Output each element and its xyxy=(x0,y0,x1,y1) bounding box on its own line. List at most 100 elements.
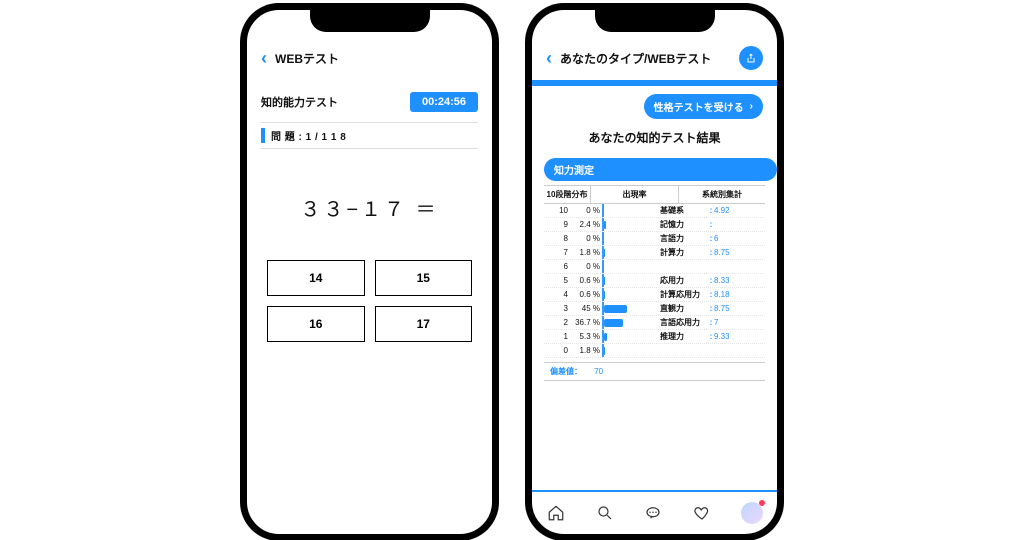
category-value: 6 xyxy=(714,234,718,243)
table-row: 92.4 % 記憶力: xyxy=(544,218,765,232)
search-icon[interactable] xyxy=(595,503,615,523)
timer-badge: 00:24:56 xyxy=(410,92,478,112)
category-value: 9.33 xyxy=(714,332,730,341)
problem-text: ３３−１７ ＝ xyxy=(247,193,492,222)
personality-test-button[interactable]: 性格テストを受ける › xyxy=(644,94,763,119)
bar xyxy=(604,347,654,355)
home-icon[interactable] xyxy=(546,503,566,523)
percent: 0.6 % xyxy=(572,276,602,285)
tab-bar xyxy=(532,490,777,534)
table-row: 40.6 %計算応用力:8.18 xyxy=(544,288,765,302)
answer-grid: 14 15 16 17 xyxy=(247,260,492,342)
bar xyxy=(604,221,654,229)
table-row: 345 %直観力:8.75 xyxy=(544,302,765,316)
result-title: あなたの知的テスト結果 xyxy=(532,129,777,146)
percent: 1.8 % xyxy=(572,248,602,257)
category-value: 4.92 xyxy=(714,206,730,215)
chat-icon[interactable] xyxy=(643,503,663,523)
percent: 2.4 % xyxy=(572,220,602,229)
table-row: 100 %基礎系:4.92 xyxy=(544,204,765,218)
bar xyxy=(604,207,654,215)
accent-stripe xyxy=(261,128,265,143)
answer-option[interactable]: 17 xyxy=(375,306,473,342)
answer-option[interactable]: 15 xyxy=(375,260,473,296)
notch xyxy=(595,8,715,32)
notch xyxy=(310,8,430,32)
answer-option[interactable]: 14 xyxy=(267,260,365,296)
table-row: 236.7 %言語応用力:7 xyxy=(544,316,765,330)
question-counter: 問 題 : 1 / 1 1 8 xyxy=(271,128,346,143)
hensachi-row: 偏差値： 70 xyxy=(544,362,765,381)
phone-test: ‹ WEBテスト 知的能力テスト 00:24:56 問 題 : 1 / 1 1 … xyxy=(241,4,498,540)
table-row: 01.8 % xyxy=(544,344,765,358)
category-label: 計算応用力 xyxy=(654,289,708,300)
category-value: 8.75 xyxy=(714,304,730,313)
bar xyxy=(604,249,654,257)
bar xyxy=(604,235,654,243)
level: 10 xyxy=(544,206,572,215)
page-title: WEBテスト xyxy=(275,50,339,67)
level: 9 xyxy=(544,220,572,229)
level: 3 xyxy=(544,304,572,313)
category-label: 応用力 xyxy=(654,275,708,286)
col-distribution: 10段階分布 xyxy=(544,186,590,203)
bar xyxy=(604,305,654,313)
level: 8 xyxy=(544,234,572,243)
section-chip: 知力測定 xyxy=(544,158,777,181)
category-value: 8.75 xyxy=(714,248,730,257)
back-icon[interactable]: ‹ xyxy=(546,49,552,67)
level: 7 xyxy=(544,248,572,257)
percent: 1.8 % xyxy=(572,346,602,355)
percent: 0 % xyxy=(572,206,602,215)
percent: 0 % xyxy=(572,262,602,271)
table-row: 50.6 %応用力:8.33 xyxy=(544,274,765,288)
level: 4 xyxy=(544,290,572,299)
col-summary: 系統別集計 xyxy=(679,186,765,203)
category-label: 言語応用力 xyxy=(654,317,708,328)
category-value: 7 xyxy=(714,318,718,327)
hensachi-label: 偏差値： xyxy=(550,367,582,376)
share-button[interactable] xyxy=(739,46,763,70)
table-row: 71.8 %計算力:8.75 xyxy=(544,246,765,260)
percent: 0.6 % xyxy=(572,290,602,299)
table-row: 15.3 %推理力:9.33 xyxy=(544,330,765,344)
category-label: 言語力 xyxy=(654,233,708,244)
level: 6 xyxy=(544,262,572,271)
category-value: 8.33 xyxy=(714,276,730,285)
level: 5 xyxy=(544,276,572,285)
percent: 36.7 % xyxy=(572,318,602,327)
bar xyxy=(604,263,654,271)
level: 0 xyxy=(544,346,572,355)
bar xyxy=(604,333,654,341)
table-row: 60 % xyxy=(544,260,765,274)
level: 1 xyxy=(544,332,572,341)
percent: 5.3 % xyxy=(572,332,602,341)
bar xyxy=(604,277,654,285)
table-header: 10段階分布 出現率 系統別集計 xyxy=(544,185,765,204)
answer-option[interactable]: 16 xyxy=(267,306,365,342)
chevron-right-icon: › xyxy=(750,101,753,112)
bar xyxy=(604,319,654,327)
category-label: 記憶力 xyxy=(654,219,708,230)
col-rate: 出現率 xyxy=(590,186,679,203)
percent: 45 % xyxy=(572,304,602,313)
percent: 0 % xyxy=(572,234,602,243)
category-label: 直観力 xyxy=(654,303,708,314)
category-label: 推理力 xyxy=(654,331,708,342)
test-subtitle: 知的能力テスト xyxy=(261,94,338,110)
page-title: あなたのタイプ/WEBテスト xyxy=(560,50,711,67)
data-rows: 100 %基礎系:4.9292.4 %記憶力:80 %言語力:671.8 %計算… xyxy=(532,204,777,358)
heart-icon[interactable] xyxy=(692,503,712,523)
category-value: 8.18 xyxy=(714,290,730,299)
profile-avatar[interactable] xyxy=(741,502,763,524)
phone-results: ‹ あなたのタイプ/WEBテスト 性格テストを受ける › あなたの知的テスト結果… xyxy=(526,4,783,540)
category-label: 計算力 xyxy=(654,247,708,258)
table-row: 80 %言語力:6 xyxy=(544,232,765,246)
back-icon[interactable]: ‹ xyxy=(261,49,267,67)
colon: : xyxy=(708,220,714,229)
category-label: 基礎系 xyxy=(654,205,708,216)
cta-label: 性格テストを受ける xyxy=(654,99,744,114)
share-icon xyxy=(745,52,757,64)
question-counter-bar: 問 題 : 1 / 1 1 8 xyxy=(261,122,478,149)
level: 2 xyxy=(544,318,572,327)
